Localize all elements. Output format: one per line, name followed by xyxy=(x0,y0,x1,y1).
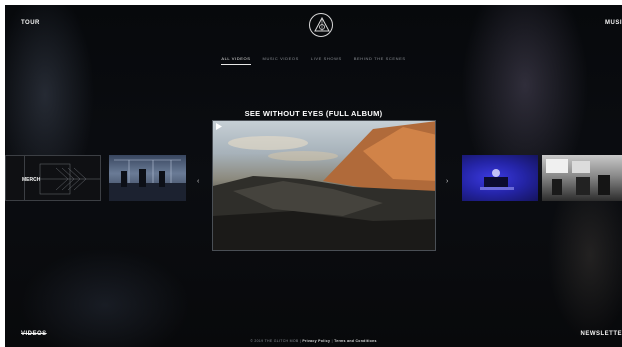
nav-newsletter-link[interactable]: NEWSLETTE xyxy=(581,331,622,337)
carousel-prev-arrow[interactable]: ‹ xyxy=(197,178,199,185)
merch-pattern-graphic xyxy=(26,163,100,195)
merch-label: MERCH xyxy=(22,177,41,183)
privacy-policy-link[interactable]: Privacy Policy xyxy=(302,339,330,343)
footer-separator: | xyxy=(331,339,333,343)
carousel-next-arrow[interactable]: › xyxy=(446,178,448,185)
merch-thumbnail[interactable]: MERCH xyxy=(5,155,101,201)
featured-video-title: SEE WITHOUT EYES (FULL ALBUM) xyxy=(244,109,383,118)
nav-videos-link[interactable]: VIDEOS xyxy=(21,331,47,337)
nav-music-link[interactable]: MUSI xyxy=(605,20,622,26)
video-page: TOUR MUSI VIDEOS NEWSLETTE ALL VIDEOS MU… xyxy=(5,5,622,347)
footer-copyright: © 2019 THE GLITCH MOB xyxy=(250,339,299,343)
tab-live-shows[interactable]: LIVE SHOWS xyxy=(311,56,342,65)
terms-link[interactable]: Terms and Conditions xyxy=(334,339,377,343)
video-category-tabs: ALL VIDEOS MUSIC VIDEOS LIVE SHOWS BEHIN… xyxy=(5,56,622,65)
triangle-logo-icon[interactable] xyxy=(309,13,333,37)
video-thumbnail-blue-stage[interactable] xyxy=(462,155,538,201)
studio-thumbnail-image xyxy=(546,159,610,195)
video-thumbnail-studio[interactable] xyxy=(542,155,622,201)
blue-stage-thumbnail-image xyxy=(480,169,514,190)
nav-tour-link[interactable]: TOUR xyxy=(21,20,40,26)
featured-video-poster xyxy=(213,121,435,250)
band-thumbnail-image xyxy=(109,159,186,201)
footer-separator: | xyxy=(299,339,302,343)
video-thumbnail-band-live[interactable] xyxy=(109,155,186,201)
tab-behind-the-scenes[interactable]: BEHIND THE SCENES xyxy=(354,56,406,65)
tab-all-videos[interactable]: ALL VIDEOS xyxy=(221,56,251,65)
featured-video-player[interactable] xyxy=(212,120,436,251)
page-footer: © 2019 THE GLITCH MOB | Privacy Policy |… xyxy=(5,339,622,343)
tab-music-videos[interactable]: MUSIC VIDEOS xyxy=(263,56,299,65)
play-icon[interactable] xyxy=(213,121,224,132)
